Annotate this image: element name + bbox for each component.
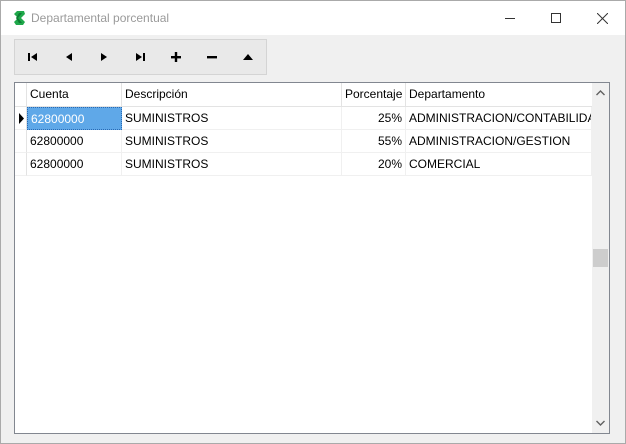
cell-cuenta[interactable]: 62800000	[27, 153, 122, 176]
cell-descripcion[interactable]: SUMINISTROS	[122, 130, 342, 153]
next-icon	[101, 53, 108, 61]
cell-departamento[interactable]: COMERCIAL	[406, 153, 592, 176]
next-record-button[interactable]	[87, 40, 123, 74]
vertical-scrollbar[interactable]	[592, 83, 609, 433]
prior-record-button[interactable]	[51, 40, 87, 74]
minus-icon	[206, 56, 217, 59]
table-row[interactable]: 62800000 SUMINISTROS 55% ADMINISTRACION/…	[15, 130, 593, 153]
current-row-icon	[19, 113, 24, 124]
row-indicator[interactable]	[15, 107, 27, 130]
cell-departamento[interactable]: ADMINISTRACION/CONTABILIDAD	[406, 107, 592, 130]
cell-porcentaje[interactable]: 55%	[342, 130, 406, 153]
maximize-button[interactable]	[533, 1, 579, 35]
green-dollar-icon	[14, 11, 25, 25]
edit-record-button[interactable]	[230, 40, 266, 74]
first-icon	[27, 53, 37, 61]
row-indicator[interactable]	[15, 130, 27, 153]
title-bar[interactable]: Departamental porcentual	[1, 1, 625, 35]
close-button[interactable]	[579, 1, 625, 35]
scroll-up-icon[interactable]	[596, 90, 605, 96]
first-record-button[interactable]	[15, 40, 51, 74]
column-header-cuenta[interactable]: Cuenta	[27, 83, 122, 106]
minimize-button[interactable]	[487, 1, 533, 35]
table-row[interactable]: 62800000 SUMINISTROS 25% ADMINISTRACION/…	[15, 107, 593, 130]
close-icon	[596, 12, 608, 24]
cell-porcentaje[interactable]: 20%	[342, 153, 406, 176]
maximize-icon	[551, 13, 561, 23]
up-arrow-icon	[242, 53, 253, 60]
indicator-header	[15, 83, 27, 106]
window: Departamental porcentual Cuenta Descripc…	[0, 0, 626, 444]
cell-cuenta[interactable]: 62800000	[27, 130, 122, 153]
db-navigator	[14, 39, 267, 75]
grid-header: Cuenta Descripción Porcentaje Departamen…	[15, 83, 592, 107]
scroll-thumb[interactable]	[593, 249, 608, 267]
scroll-down-icon[interactable]	[596, 420, 605, 426]
window-title: Departamental porcentual	[31, 11, 170, 25]
cell-departamento[interactable]: ADMINISTRACION/GESTION	[406, 130, 592, 153]
prior-icon	[65, 53, 72, 61]
cell-descripcion[interactable]: SUMINISTROS	[122, 153, 342, 176]
table-row[interactable]: 62800000 SUMINISTROS 20% COMERCIAL	[15, 153, 593, 176]
column-header-departamento[interactable]: Departamento	[406, 83, 592, 106]
row-indicator[interactable]	[15, 153, 27, 176]
delete-record-button[interactable]	[194, 40, 230, 74]
last-icon	[136, 53, 146, 61]
plus-icon	[171, 52, 182, 62]
data-grid[interactable]: Cuenta Descripción Porcentaje Departamen…	[14, 82, 610, 434]
cell-cuenta[interactable]: 62800000	[27, 107, 122, 130]
minimize-icon	[505, 18, 515, 19]
column-header-descripcion[interactable]: Descripción	[122, 83, 342, 106]
last-record-button[interactable]	[122, 40, 158, 74]
cell-descripcion[interactable]: SUMINISTROS	[122, 107, 342, 130]
cell-porcentaje[interactable]: 25%	[342, 107, 406, 130]
insert-record-button[interactable]	[158, 40, 194, 74]
column-header-porcentaje[interactable]: Porcentaje	[342, 83, 406, 106]
